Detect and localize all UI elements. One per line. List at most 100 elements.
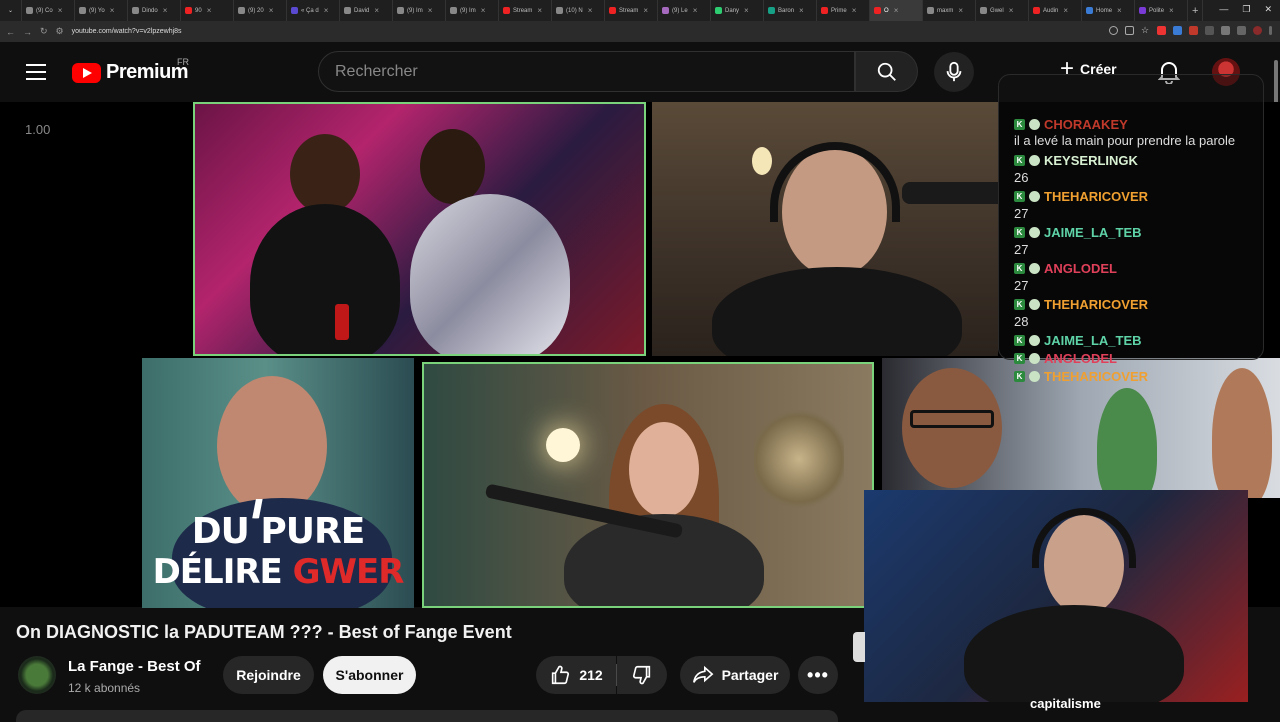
maximize-icon[interactable]: ❐ bbox=[1242, 4, 1250, 15]
person bbox=[410, 194, 570, 354]
extension-icon[interactable] bbox=[1221, 26, 1230, 35]
browser-tab[interactable]: Baron × bbox=[764, 0, 818, 21]
browser-tab[interactable]: 90 × bbox=[181, 0, 235, 21]
tab-close-icon[interactable]: × bbox=[163, 6, 168, 15]
extension-icon[interactable] bbox=[1205, 26, 1214, 35]
tab-close-icon[interactable]: × bbox=[693, 6, 698, 15]
browser-tab[interactable]: O × bbox=[870, 0, 924, 21]
description-box[interactable] bbox=[16, 710, 838, 722]
download-icon[interactable] bbox=[1237, 26, 1246, 35]
overlay-line-1: DU PURE bbox=[191, 511, 366, 552]
tab-close-icon[interactable]: × bbox=[428, 6, 433, 15]
tab-list-button[interactable]: ⌄ bbox=[0, 0, 23, 21]
browser-tab[interactable]: Home × bbox=[1082, 0, 1136, 21]
zoom-icon[interactable] bbox=[1109, 26, 1118, 35]
browser-tab[interactable]: Dindo × bbox=[128, 0, 182, 21]
browser-tab[interactable]: (9) Yo × bbox=[75, 0, 129, 21]
tab-close-icon[interactable]: × bbox=[799, 6, 804, 15]
tab-label: Baron bbox=[778, 7, 795, 14]
tab-close-icon[interactable]: × bbox=[643, 6, 648, 15]
tab-close-icon[interactable]: × bbox=[324, 6, 329, 15]
browser-tab[interactable]: « Ça d × bbox=[287, 0, 341, 21]
tab-close-icon[interactable]: × bbox=[744, 6, 749, 15]
close-icon[interactable]: ✕ bbox=[1264, 4, 1272, 15]
person bbox=[290, 134, 360, 214]
youtube-premium-logo[interactable]: Premium bbox=[72, 61, 189, 84]
url-field[interactable]: youtube.com/watch?v=v2lpzewhj8s bbox=[72, 28, 182, 35]
search-button[interactable] bbox=[855, 51, 918, 92]
tab-close-icon[interactable]: × bbox=[958, 6, 963, 15]
tab-close-icon[interactable]: × bbox=[1063, 6, 1068, 15]
install-icon[interactable] bbox=[1125, 26, 1134, 35]
browser-tab[interactable]: (9) Co × bbox=[22, 0, 76, 21]
browser-tab[interactable]: (9) 20 × bbox=[234, 0, 288, 21]
tab-close-icon[interactable]: × bbox=[537, 6, 542, 15]
tab-close-icon[interactable]: × bbox=[852, 6, 857, 15]
browser-tab[interactable]: Stream × bbox=[499, 0, 553, 21]
search-input[interactable]: Rechercher bbox=[318, 51, 855, 92]
kick-badge-icon: K bbox=[1014, 352, 1025, 364]
tab-close-icon[interactable]: × bbox=[269, 6, 274, 15]
chat-message: il a levé la main pour prendre la parole bbox=[1014, 133, 1236, 148]
chat-message: 27 bbox=[1014, 242, 1029, 257]
extension-icon[interactable] bbox=[1173, 26, 1182, 35]
kick-badge-icon: K bbox=[1014, 154, 1025, 166]
menu-icon[interactable] bbox=[26, 64, 46, 80]
tab-close-icon[interactable]: × bbox=[110, 6, 115, 15]
dislike-button[interactable] bbox=[617, 656, 667, 694]
browser-tab[interactable]: David × bbox=[340, 0, 394, 21]
share-button[interactable]: Partager bbox=[680, 656, 790, 694]
tab-close-icon[interactable]: × bbox=[588, 6, 593, 15]
browser-tab[interactable]: (9) Le × bbox=[658, 0, 712, 21]
side-handle[interactable] bbox=[853, 632, 865, 662]
channel-name[interactable]: La Fange - Best Of bbox=[68, 658, 201, 675]
browser-tab[interactable]: (9) Im × bbox=[393, 0, 447, 21]
browser-tab-bar: ⌄ (9) Co × (9) Yo × Dindo × 90 × (9) 20 × « Ça d × D… bbox=[0, 0, 1280, 21]
more-dots-icon: ••• bbox=[807, 664, 829, 685]
bookmark-star-icon[interactable]: ☆ bbox=[1141, 26, 1150, 35]
browser-tab[interactable]: Audin × bbox=[1029, 0, 1083, 21]
browser-tab[interactable]: Prime × bbox=[817, 0, 871, 21]
voice-search-button[interactable] bbox=[934, 52, 974, 92]
tab-label: Stream bbox=[513, 7, 533, 14]
chat-line: K JAIME_LA_TEB bbox=[1014, 331, 1264, 349]
skull-badge-icon bbox=[1029, 118, 1040, 130]
thumbs-down-icon bbox=[632, 665, 651, 685]
browser-tab[interactable]: (9) Im × bbox=[446, 0, 500, 21]
browser-tab[interactable]: Stream × bbox=[605, 0, 659, 21]
browser-tab[interactable]: maxm × bbox=[923, 0, 977, 21]
back-icon[interactable]: ← bbox=[6, 27, 15, 37]
tab-close-icon[interactable]: × bbox=[1009, 6, 1014, 15]
join-button[interactable]: Rejoindre bbox=[223, 656, 314, 694]
tab-close-icon[interactable]: × bbox=[1169, 6, 1174, 15]
minimize-icon[interactable]: — bbox=[1219, 4, 1228, 15]
forward-icon[interactable]: → bbox=[23, 27, 32, 37]
tab-close-icon[interactable]: × bbox=[374, 6, 379, 15]
chat-line: K JAIME_LA_TEB bbox=[1014, 223, 1264, 241]
tab-close-icon[interactable]: × bbox=[894, 6, 899, 15]
reload-icon[interactable]: ↻ bbox=[40, 26, 48, 37]
tab-close-icon[interactable]: × bbox=[481, 6, 486, 15]
browser-tab[interactable]: Gwel × bbox=[976, 0, 1030, 21]
site-info-icon[interactable]: ⚙ bbox=[56, 26, 64, 37]
channel-avatar[interactable] bbox=[18, 656, 56, 694]
lamp bbox=[752, 147, 772, 175]
extension-icon[interactable] bbox=[1157, 26, 1166, 35]
overlay-line-2: DÉLIRE GWER bbox=[152, 552, 405, 592]
browser-tab[interactable]: Polite × bbox=[1135, 0, 1189, 21]
tab-close-icon[interactable]: × bbox=[207, 6, 212, 15]
more-actions-button[interactable]: ••• bbox=[798, 656, 838, 694]
new-tab-button[interactable]: + bbox=[1188, 0, 1204, 21]
browser-tab[interactable]: Dany × bbox=[711, 0, 765, 21]
like-button[interactable]: 212 bbox=[536, 656, 616, 694]
logo-text: Premium bbox=[106, 61, 189, 83]
tab-favicon-icon bbox=[450, 7, 458, 14]
tab-close-icon[interactable]: × bbox=[58, 6, 63, 15]
menu-icon[interactable] bbox=[1269, 26, 1272, 35]
profile-icon[interactable] bbox=[1253, 26, 1262, 35]
extension-icon[interactable] bbox=[1189, 26, 1198, 35]
browser-tab[interactable]: (10) N × bbox=[552, 0, 606, 21]
headphones bbox=[770, 142, 900, 222]
subscribe-button[interactable]: S'abonner bbox=[323, 656, 416, 694]
tab-close-icon[interactable]: × bbox=[1117, 6, 1122, 15]
